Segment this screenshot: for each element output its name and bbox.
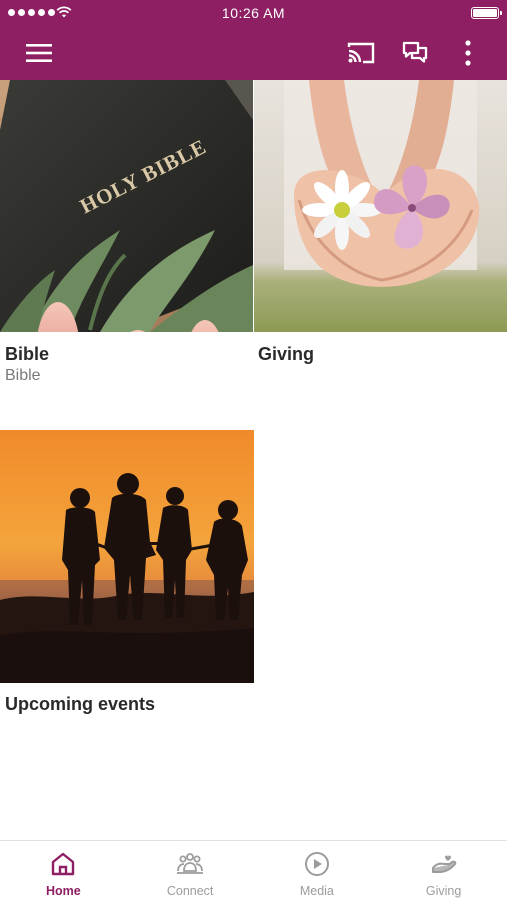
giving-hand-icon [431, 855, 456, 873]
play-circle-icon [304, 852, 329, 876]
cast-button[interactable] [343, 35, 379, 71]
giving-tile-title[interactable]: Giving [258, 344, 314, 365]
giving-tile-image[interactable] [254, 80, 507, 332]
cast-icon [347, 42, 375, 64]
nav-item-home[interactable]: Home [0, 841, 127, 900]
people-icon [177, 853, 204, 874]
nav-label-media: Media [299, 884, 334, 898]
events-tile-image[interactable] [0, 430, 254, 683]
app-bar [0, 26, 507, 80]
nav-label-giving: Giving [425, 884, 462, 898]
bible-tile-subtitle: Bible [5, 367, 41, 384]
chat-bubbles-icon [402, 41, 428, 63]
bottom-navigation: Home Connect Media Giving [0, 840, 507, 900]
more-options-button[interactable] [450, 35, 486, 71]
chat-button[interactable] [397, 35, 433, 71]
hamburger-menu-icon [26, 44, 52, 62]
bible-tile-title[interactable]: Bible [5, 344, 49, 365]
events-tile-title[interactable]: Upcoming events [5, 694, 155, 715]
nav-label-home: Home [46, 884, 81, 898]
nav-label-connect: Connect [166, 884, 214, 898]
status-time: 10:26 AM [221, 5, 286, 21]
battery-icon [471, 7, 502, 19]
nav-item-media[interactable]: Media [254, 841, 381, 900]
home-icon [52, 852, 75, 876]
bible-tile-image[interactable]: HOLY BIBLE [0, 80, 253, 332]
nav-item-connect[interactable]: Connect [127, 841, 254, 900]
status-bar: 10:26 AM [0, 0, 507, 26]
more-vertical-icon [465, 40, 471, 66]
menu-button[interactable] [21, 35, 57, 71]
nav-item-giving[interactable]: Giving [380, 841, 507, 900]
